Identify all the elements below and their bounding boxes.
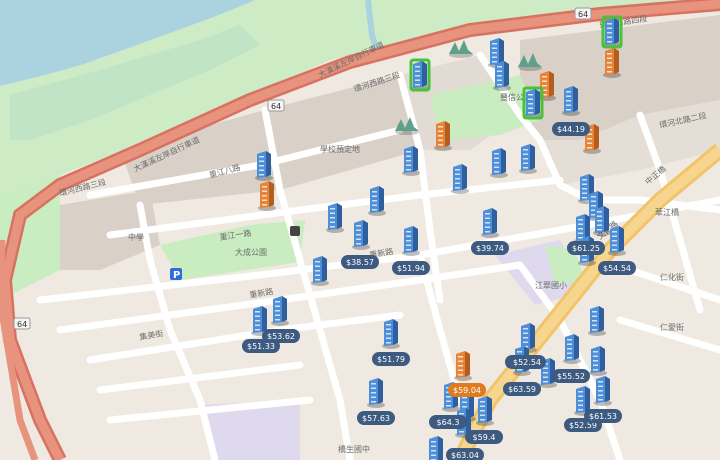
price-label[interactable]: $64.3 bbox=[429, 415, 467, 429]
highway-shield-label: 64 bbox=[271, 102, 281, 111]
building-blue-icon[interactable] bbox=[493, 61, 511, 91]
place-label-park: 大成公園 bbox=[235, 247, 267, 257]
price-label[interactable]: $51.94 bbox=[392, 261, 430, 275]
highway-shield-label: 64 bbox=[17, 320, 27, 329]
building-blue-icon[interactable] bbox=[589, 346, 607, 376]
building-green-icon[interactable] bbox=[522, 86, 544, 120]
svg-text:P: P bbox=[173, 270, 180, 281]
price-label[interactable]: $51.79 bbox=[372, 352, 410, 366]
building-orange-icon[interactable] bbox=[258, 181, 276, 211]
price-label-text: $57.63 bbox=[362, 414, 390, 423]
building-blue-icon[interactable] bbox=[476, 396, 494, 426]
building-blue-icon[interactable] bbox=[563, 334, 581, 364]
price-label-text: $55.52 bbox=[557, 372, 585, 381]
price-label[interactable]: $39.74 bbox=[471, 241, 509, 255]
building-blue-icon[interactable] bbox=[451, 164, 469, 194]
road-label: 華江橋 bbox=[655, 207, 679, 217]
price-label-text: $54.54 bbox=[603, 264, 631, 273]
price-label[interactable]: $61.25 bbox=[567, 241, 605, 255]
building-blue-icon[interactable] bbox=[255, 151, 273, 181]
price-label-text: $38.57 bbox=[346, 258, 374, 267]
price-label[interactable]: $55.52 bbox=[552, 369, 590, 383]
price-label[interactable]: $63.04 bbox=[446, 448, 484, 460]
building-blue-icon[interactable] bbox=[519, 144, 537, 174]
highway-shield: 64 bbox=[13, 317, 31, 330]
price-label[interactable]: $51.33 bbox=[242, 339, 280, 353]
price-label-text: $59.04 bbox=[453, 386, 481, 395]
building-blue-icon[interactable] bbox=[608, 226, 626, 256]
road-label: 仁愛街 bbox=[660, 322, 684, 332]
price-label-text: $63.04 bbox=[451, 451, 479, 460]
building-blue-icon[interactable] bbox=[427, 436, 445, 460]
price-label-text: $61.53 bbox=[589, 412, 617, 421]
building-blue-icon[interactable] bbox=[593, 206, 611, 236]
price-label-text: $51.33 bbox=[247, 342, 275, 351]
price-label-text: $63.59 bbox=[508, 385, 536, 394]
price-label[interactable]: $52.54 bbox=[508, 355, 546, 369]
price-label-text: $51.79 bbox=[377, 355, 405, 364]
building-blue-icon[interactable] bbox=[562, 86, 580, 116]
building-blue-icon[interactable] bbox=[326, 203, 344, 233]
price-label[interactable]: $59.4 bbox=[465, 430, 503, 444]
building-green-icon[interactable] bbox=[601, 15, 623, 49]
building-blue-icon[interactable] bbox=[271, 296, 289, 326]
price-label-text: $44.19 bbox=[557, 125, 585, 134]
price-label[interactable]: $54.54 bbox=[598, 261, 636, 275]
highway-shield: 64 bbox=[267, 99, 285, 112]
price-label[interactable]: $44.19 bbox=[552, 122, 590, 136]
place-label-school-site: 學校預定地 bbox=[320, 144, 360, 154]
place-label-school: 江翠國小 bbox=[535, 281, 567, 290]
place-label: 中學 bbox=[128, 232, 144, 242]
price-label-text: $52.54 bbox=[513, 358, 541, 367]
map-canvas[interactable]: 64 64 64 環河西路四段 大漢溪左岸自行車道 環河西路三段 大漢溪左岸自行… bbox=[0, 0, 720, 460]
map-view[interactable]: 64 64 64 環河西路四段 大漢溪左岸自行車道 環河西路三段 大漢溪左岸自行… bbox=[0, 0, 720, 460]
price-label[interactable]: $38.57 bbox=[341, 255, 379, 269]
price-label[interactable]: $57.63 bbox=[357, 411, 395, 425]
road-label: 仁化街 bbox=[660, 272, 684, 282]
price-label[interactable]: $59.04 bbox=[448, 383, 486, 397]
price-label-text: $59.4 bbox=[473, 433, 496, 442]
building-blue-icon[interactable] bbox=[382, 319, 400, 349]
building-blue-icon[interactable] bbox=[594, 376, 612, 406]
building-blue-icon[interactable] bbox=[367, 378, 385, 408]
building-green-icon[interactable] bbox=[409, 58, 431, 92]
building-blue-icon[interactable] bbox=[311, 256, 329, 286]
building-blue-icon[interactable] bbox=[352, 220, 370, 250]
price-label-text: $39.74 bbox=[476, 244, 504, 253]
highway-shield-label: 64 bbox=[578, 10, 588, 19]
parking-icon[interactable]: P bbox=[170, 268, 182, 281]
building-blue-icon[interactable] bbox=[402, 226, 420, 256]
price-label-text: $51.94 bbox=[397, 264, 425, 273]
building-orange-icon[interactable] bbox=[454, 351, 472, 381]
price-label-text: $61.25 bbox=[572, 244, 600, 253]
price-label[interactable]: $61.53 bbox=[584, 409, 622, 423]
price-label[interactable]: $63.59 bbox=[503, 382, 541, 396]
price-label-text: $64.3 bbox=[437, 418, 460, 427]
building-blue-icon[interactable] bbox=[490, 148, 508, 178]
highway-shield: 64 bbox=[574, 7, 592, 20]
building-orange-icon[interactable] bbox=[434, 121, 452, 151]
building-blue-icon[interactable] bbox=[402, 146, 420, 176]
building-orange-icon[interactable] bbox=[603, 48, 621, 78]
building-blue-icon[interactable] bbox=[368, 186, 386, 216]
building-blue-icon[interactable] bbox=[588, 306, 606, 336]
place-label-school: 橋生國中 bbox=[338, 444, 370, 454]
building-blue-icon[interactable] bbox=[481, 208, 499, 238]
bus-icon[interactable] bbox=[290, 226, 300, 236]
